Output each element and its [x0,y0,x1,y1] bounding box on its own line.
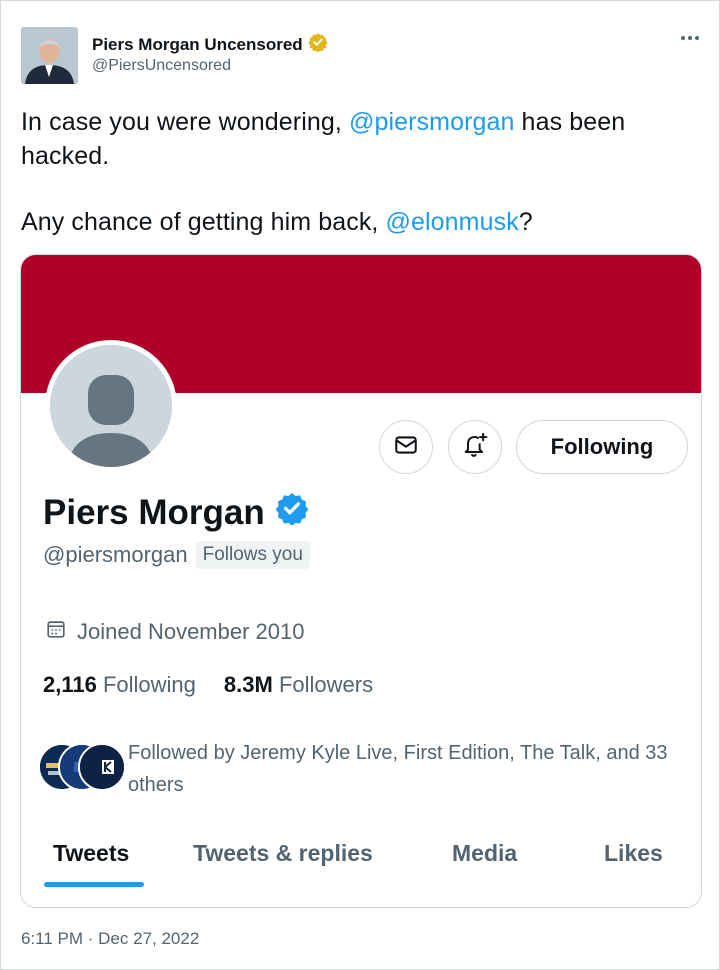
following-stat[interactable]: 2,116 Following [43,672,196,698]
followers-count: 8.3M [223,672,273,697]
author-avatar[interactable] [21,27,78,84]
tab-tweets-replies[interactable]: Tweets & replies [193,840,373,867]
follows-you-badge: Follows you [195,541,310,569]
joined-text: Joined November 2010 [77,619,305,644]
tweet-text-fragment: ? [518,208,533,236]
mention-piersmorgan[interactable]: @piersmorgan [349,108,515,136]
profile-name: Piers Morgan [43,491,309,534]
more-icon[interactable] [679,31,701,45]
message-button[interactable] [379,420,433,474]
profile-handle-row: @piersmorgan Follows you [43,541,310,569]
profile-tabs: Tweets Tweets & replies Media Likes [21,830,701,890]
author-name[interactable]: Piers Morgan Uncensored [92,32,328,57]
tweet-text: In case you were wondering, @piersmorgan… [21,105,701,239]
tweet-container: Piers Morgan Uncensored @PiersUncensored… [0,0,720,970]
mention-elonmusk[interactable]: @elonmusk [386,208,519,236]
tweet-line-2: Any chance of getting him back, @elonmus… [21,205,701,239]
following-count: 2,116 [43,672,97,697]
tab-likes[interactable]: Likes [604,840,663,867]
tweet-text-fragment: In case you were wondering, [21,108,349,136]
tweet-line-1: In case you were wondering, @piersmorgan… [21,105,701,173]
tab-media[interactable]: Media [452,840,517,867]
notifications-button[interactable] [448,420,502,474]
followers-stat[interactable]: 8.3M Followers [224,672,373,698]
following-label: Following [102,672,196,697]
following-button[interactable]: Following [516,420,688,474]
followed-by-text: Followed by Jeremy Kyle Live, First Edit… [128,742,668,796]
follower-avatar [78,743,126,791]
message-icon [393,432,419,463]
tweet-timestamp[interactable]: 6:11 PM · Dec 27, 2022 [21,929,199,949]
calendar-icon [45,618,67,646]
follow-stats: 2,116 Following 8.3M Followers [43,672,373,698]
tab-tweets[interactable]: Tweets [53,840,129,867]
followed-by-avatars [38,743,126,791]
author-handle[interactable]: @PiersUncensored [92,57,231,75]
blue-verified-icon [275,491,309,534]
tweet-text-fragment: Any chance of getting him back, [21,208,386,236]
author-name-text: Piers Morgan Uncensored [92,34,303,54]
profile-name-text: Piers Morgan [43,492,265,532]
profile-card-image[interactable]: Following Piers Morgan @piersmorgan Foll… [20,254,702,908]
gold-verified-icon [308,32,328,57]
profile-handle: @piersmorgan [43,542,188,567]
active-tab-indicator [44,882,144,887]
bell-plus-icon [461,431,489,464]
followers-label: Followers [278,672,374,697]
profile-avatar [45,340,177,472]
joined-date: Joined November 2010 [45,618,304,646]
